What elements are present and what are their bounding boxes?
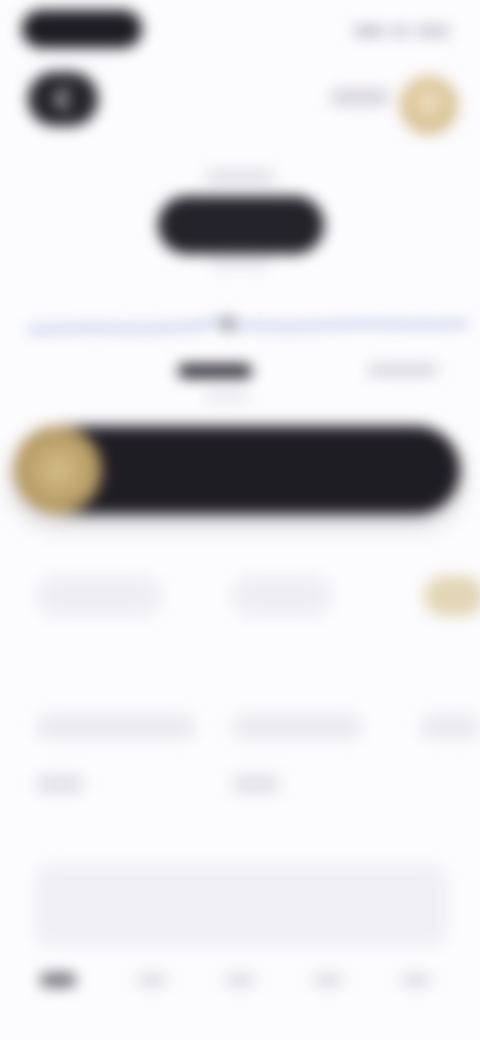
back-button[interactable] — [28, 72, 98, 126]
tab-item[interactable] — [226, 973, 254, 987]
tab-item[interactable] — [402, 973, 430, 987]
avatar[interactable] — [400, 76, 458, 134]
price-value — [158, 196, 324, 254]
tab-item[interactable] — [40, 973, 76, 987]
chart-label-left — [178, 364, 252, 378]
price-marker — [221, 317, 235, 331]
tab-item[interactable] — [314, 973, 342, 987]
header-link[interactable] — [330, 88, 390, 106]
coin-icon[interactable] — [14, 426, 102, 514]
stat-card[interactable] — [36, 576, 162, 616]
info-panel — [36, 866, 446, 946]
detail-value — [232, 774, 280, 794]
price-chart[interactable] — [26, 300, 470, 410]
tab-bar — [0, 955, 480, 1005]
battery-icon — [416, 25, 450, 37]
stat-card[interactable] — [232, 576, 332, 616]
price-line — [26, 320, 470, 332]
stat-card[interactable] — [424, 576, 480, 616]
swipe-label — [170, 456, 320, 480]
status-icons — [350, 20, 450, 42]
detail-value — [36, 774, 84, 794]
price-caption — [205, 170, 275, 184]
detail-item — [232, 714, 362, 798]
status-time — [22, 10, 142, 48]
signal-icon — [354, 26, 384, 36]
stats-title — [34, 532, 114, 554]
price-chart-svg — [26, 317, 470, 400]
detail-item — [420, 714, 480, 798]
detail-item — [36, 714, 196, 798]
chart-tick — [204, 392, 248, 400]
price-subcaption — [210, 258, 270, 268]
chart-label-right — [368, 364, 438, 376]
detail-label — [420, 714, 480, 740]
chevron-left-icon — [54, 87, 78, 111]
detail-label — [36, 714, 196, 740]
wifi-icon — [390, 26, 410, 36]
tab-item[interactable] — [138, 973, 166, 987]
details-title — [30, 832, 120, 856]
detail-label — [232, 714, 362, 740]
